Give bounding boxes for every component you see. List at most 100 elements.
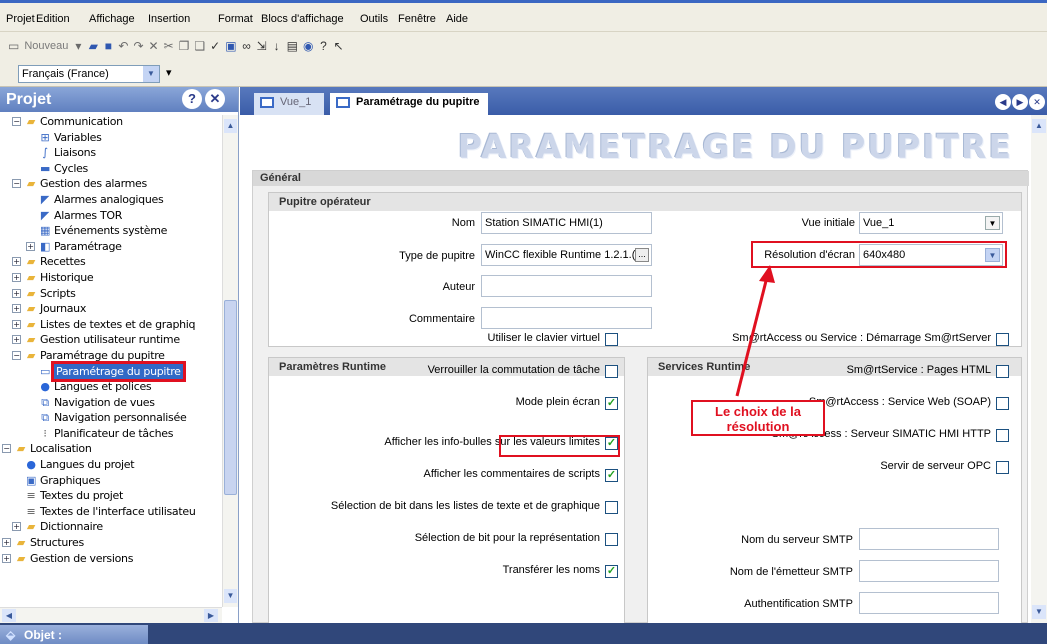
link-icon[interactable]: ∞ xyxy=(242,39,252,53)
tree-item[interactable]: ▦ Evénements système xyxy=(0,223,238,239)
tree-horizontal-scrollbar[interactable]: ◀ ▶ xyxy=(0,607,222,623)
menu-aide[interactable]: Aide xyxy=(446,13,468,25)
save-icon[interactable]: ■ xyxy=(103,39,113,53)
service-option-checkbox[interactable] xyxy=(996,397,1009,410)
tab-vue-1[interactable]: Vue_1 xyxy=(254,93,324,115)
tree-item[interactable]: ◤ Alarmes TOR xyxy=(0,208,238,224)
help-icon[interactable]: ? xyxy=(318,39,328,53)
chevron-down-icon[interactable]: ▼ xyxy=(985,216,1000,230)
collapse-icon[interactable]: − xyxy=(2,444,11,454)
menu-edition[interactable]: Edition xyxy=(36,13,70,25)
tree-item[interactable]: ⧉ Navigation de vues xyxy=(0,395,238,411)
expand-icon[interactable]: + xyxy=(12,304,21,314)
service-option-checkbox[interactable] xyxy=(996,333,1009,346)
menu-fenetre[interactable]: Fenêtre xyxy=(398,13,436,25)
tree-item[interactable]: + ▰ Scripts xyxy=(0,286,238,302)
tree-item[interactable]: + ▰ Journaux xyxy=(0,301,238,317)
open-icon[interactable]: ▰ xyxy=(88,39,98,53)
runtime-option-checkbox[interactable] xyxy=(605,533,618,546)
language-select[interactable]: Français (France) ▼ xyxy=(18,65,160,83)
tree-item[interactable]: + ▰ Gestion utilisateur runtime xyxy=(0,332,238,348)
runtime-option-checkbox[interactable]: ✓ xyxy=(605,469,618,482)
panel-type-input[interactable]: WinCC flexible Runtime 1.2.1.(... xyxy=(481,244,652,266)
menu-format[interactable]: Format xyxy=(218,13,253,25)
tree-item[interactable]: ⁝ Planificateur de tâches xyxy=(0,426,238,442)
editor-vertical-scrollbar[interactable]: ▲ ▼ xyxy=(1031,115,1047,623)
runtime-option-checkbox[interactable]: ✓ xyxy=(605,397,618,410)
service-option-checkbox[interactable] xyxy=(996,461,1009,474)
delete-icon[interactable]: ✕ xyxy=(149,39,159,53)
runtime-option-checkbox[interactable]: ✓ xyxy=(605,565,618,578)
expand-icon[interactable]: + xyxy=(12,522,21,532)
tab-parametrage-pupitre[interactable]: Paramétrage du pupitre xyxy=(330,93,488,115)
scroll-left-icon[interactable]: ◀ xyxy=(2,609,16,622)
service-option-checkbox[interactable] xyxy=(996,429,1009,442)
new-icon[interactable]: ▭ xyxy=(8,39,19,53)
tree-item[interactable]: + ▰ Structures xyxy=(0,535,238,551)
close-icon[interactable]: ✕ xyxy=(205,89,225,109)
object-tab[interactable]: ⬙ Objet : xyxy=(0,625,148,644)
scroll-up-icon[interactable]: ▲ xyxy=(1032,119,1046,133)
tree-item[interactable]: ⊞ Variables xyxy=(0,130,238,146)
compile-icon[interactable]: ▣ xyxy=(225,39,236,53)
tree-item[interactable]: ▣ Graphiques xyxy=(0,473,238,489)
language-options-icon[interactable]: ▾ xyxy=(166,66,172,79)
tree-item[interactable]: ● Langues du projet xyxy=(0,457,238,473)
name-input[interactable]: Station SIMATIC HMI(1) xyxy=(481,212,652,234)
tree-item[interactable]: + ▰ Gestion de versions xyxy=(0,551,238,567)
tree-item[interactable]: + ▰ Historique xyxy=(0,270,238,286)
menu-projet[interactable]: Projet xyxy=(6,13,35,25)
tab-prev-icon[interactable]: ◀ xyxy=(995,94,1011,110)
collapse-icon[interactable]: − xyxy=(12,350,21,360)
scroll-right-icon[interactable]: ▶ xyxy=(204,609,218,622)
undo-icon[interactable]: ↶ xyxy=(118,39,128,53)
tree-item[interactable]: + ▰ Recettes xyxy=(0,254,238,270)
collapse-icon[interactable]: − xyxy=(12,117,21,126)
menu-outils[interactable]: Outils xyxy=(360,13,388,25)
tree-item[interactable]: ∫ Liaisons xyxy=(0,145,238,161)
copy-icon[interactable]: ❐ xyxy=(179,39,190,53)
tree-vertical-scrollbar[interactable]: ▲ ▼ xyxy=(222,115,238,607)
tree-item[interactable]: ⧉ Navigation personnalisée xyxy=(0,410,238,426)
expand-icon[interactable]: + xyxy=(12,319,21,329)
comment-input[interactable] xyxy=(481,307,652,329)
paste-icon[interactable]: ❑ xyxy=(194,39,205,53)
simulate-icon[interactable]: ◉ xyxy=(303,39,313,53)
new-button[interactable]: Nouveau xyxy=(24,40,68,52)
check-icon[interactable]: ✓ xyxy=(210,39,220,53)
expand-icon[interactable]: + xyxy=(12,335,21,345)
smtp-server-input[interactable] xyxy=(859,528,999,550)
expand-icon[interactable]: + xyxy=(2,553,11,563)
smtp-auth-input[interactable] xyxy=(859,592,999,614)
tree-item[interactable]: ≡ Textes du projet xyxy=(0,488,238,504)
initial-view-select[interactable]: Vue_1 ▼ xyxy=(859,212,1003,234)
service-option-checkbox[interactable] xyxy=(996,365,1009,378)
cut-icon[interactable]: ✂ xyxy=(164,39,174,53)
tree-item[interactable]: − ▰ Paramétrage du pupitre xyxy=(0,348,238,364)
tree-item[interactable]: ◤ Alarmes analogiques xyxy=(0,192,238,208)
resolution-select[interactable]: 640x480 ▼ xyxy=(859,244,1003,266)
redo-icon[interactable]: ↷ xyxy=(133,39,143,53)
expand-icon[interactable]: + xyxy=(12,257,21,267)
tree-item[interactable]: + ▰ Listes de textes et de graphiq xyxy=(0,317,238,333)
tree-item[interactable]: ● Langues et polices xyxy=(0,379,238,395)
menu-affichage[interactable]: Affichage xyxy=(89,13,135,25)
scroll-down-icon[interactable]: ▼ xyxy=(1032,605,1046,619)
scroll-down-icon[interactable]: ▼ xyxy=(224,589,237,603)
chevron-down-icon[interactable]: ▼ xyxy=(143,66,159,82)
tree-item[interactable]: − ▰ Communication xyxy=(0,114,238,130)
smtp-sender-input[interactable] xyxy=(859,560,999,582)
tree-item[interactable]: + ◧ Paramétrage xyxy=(0,239,238,255)
expand-icon[interactable]: + xyxy=(2,538,11,548)
tree-item[interactable]: − ▰ Gestion des alarmes xyxy=(0,176,238,192)
context-help-icon[interactable]: ↖ xyxy=(333,39,343,53)
tab-next-icon[interactable]: ▶ xyxy=(1012,94,1028,110)
transfer-icon[interactable]: ⇲ xyxy=(257,39,267,53)
expand-icon[interactable]: + xyxy=(26,241,35,251)
tree-item[interactable]: − ▰ Localisation xyxy=(0,441,238,457)
tree-item[interactable]: ▬ Cycles xyxy=(0,161,238,177)
tree-item[interactable]: ≡ Textes de l'interface utilisateu xyxy=(0,504,238,520)
runtime-icon[interactable]: ▤ xyxy=(287,39,298,53)
runtime-option-checkbox[interactable] xyxy=(605,365,618,378)
expand-icon[interactable]: + xyxy=(12,272,21,282)
